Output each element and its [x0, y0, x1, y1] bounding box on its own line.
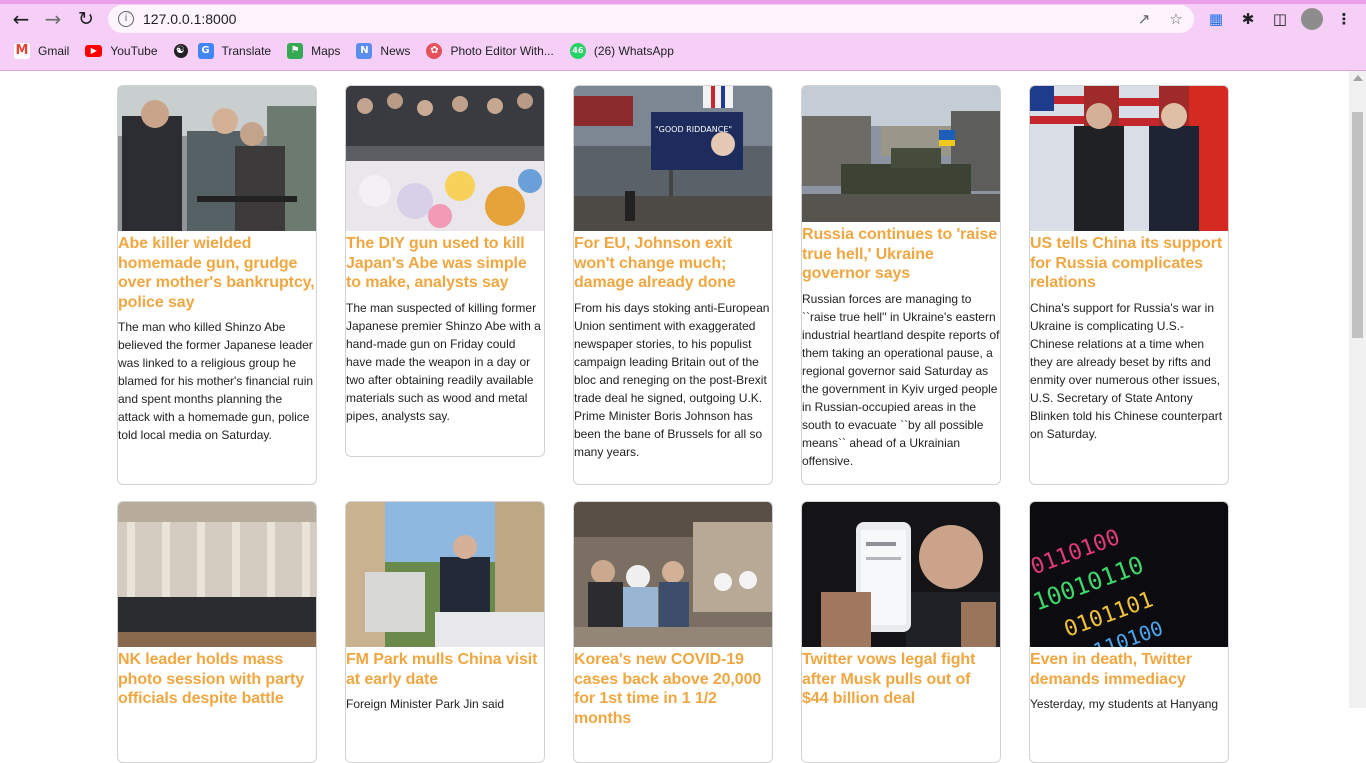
bookmark-globe[interactable]: ☯: [173, 44, 188, 58]
tab-strip-edge: [0, 0, 1366, 4]
article-image[interactable]: "GOOD RIDDANCE": [574, 86, 772, 231]
scrollbar-thumb[interactable]: [1352, 112, 1363, 338]
article-title[interactable]: The DIY gun used to kill Japan's Abe was…: [346, 231, 544, 293]
article-image[interactable]: 0110100 10010110 0101101 110100: [1030, 502, 1228, 647]
bookmark-maps[interactable]: ⚑ Maps: [287, 43, 340, 59]
address-bar[interactable]: i 127.0.0.1:8000 ↗ ☆: [108, 5, 1194, 33]
news-card[interactable]: The DIY gun used to kill Japan's Abe was…: [345, 85, 545, 457]
news-card[interactable]: 0110100 10010110 0101101 110100 Even in …: [1029, 501, 1229, 763]
photo-musk-phone: [802, 502, 1000, 647]
site-info-icon[interactable]: i: [118, 11, 134, 27]
article-summary: From his days stoking anti-European Unio…: [574, 300, 770, 459]
article-image[interactable]: [118, 502, 316, 647]
article-image[interactable]: [346, 86, 544, 231]
profile-avatar[interactable]: [1301, 8, 1323, 30]
article-title[interactable]: Korea's new COVID-19 cases back above 20…: [574, 647, 772, 728]
news-card[interactable]: US tells China its support for Russia co…: [1029, 85, 1229, 485]
news-card[interactable]: Abe killer wielded homemade gun, grudge …: [117, 85, 317, 485]
article-title[interactable]: NK leader holds mass photo session with …: [118, 647, 316, 709]
article-image[interactable]: [802, 86, 1000, 222]
article-title[interactable]: Even in death, Twitter demands immediacy: [1030, 647, 1228, 689]
news-card[interactable]: "GOOD RIDDANCE" For EU, Johnson exit won…: [573, 85, 773, 485]
article-image[interactable]: [346, 502, 544, 647]
photo-police-arrest: [118, 86, 316, 231]
maps-icon: ⚑: [287, 43, 304, 59]
article-title[interactable]: Twitter vows legal fight after Musk pull…: [802, 647, 1000, 709]
photo-mourners-flowers: [346, 86, 544, 231]
share-icon[interactable]: ↗: [1134, 9, 1154, 29]
article-image[interactable]: [1030, 86, 1228, 231]
photo-diplomats-handshake: [1030, 86, 1228, 231]
bookmark-label: Gmail: [38, 44, 70, 58]
bookmark-translate[interactable]: G Translate: [197, 43, 272, 59]
news-icon: N: [356, 43, 373, 59]
bookmark-photo-editor[interactable]: ✿ Photo Editor With...: [426, 43, 554, 59]
bookmark-label: News: [380, 44, 411, 58]
youtube-icon: ▶: [85, 45, 103, 57]
browser-toolbar: ← → ↻ i 127.0.0.1:8000 ↗ ☆ ▦ ✱ ◫ ⋮ M Gma…: [0, 0, 1366, 71]
article-summary: Foreign Minister Park Jin said: [346, 697, 505, 711]
article-summary: The man who killed Shinzo Abe believed t…: [118, 320, 314, 442]
scroll-up-arrow-icon[interactable]: [1353, 75, 1363, 81]
bookmark-star-icon[interactable]: ☆: [1166, 9, 1186, 29]
photo-hall-group: [118, 502, 316, 647]
bookmarks-bar: M Gmail ▶ YouTube ☯ G Translate ⚑ Maps N…: [14, 41, 690, 61]
bookmark-label: YouTube: [110, 44, 158, 58]
article-image[interactable]: [574, 502, 772, 647]
whatsapp-icon: 46: [569, 43, 586, 59]
bookmark-whatsapp[interactable]: 46 (26) WhatsApp: [569, 43, 674, 59]
back-icon[interactable]: ←: [9, 8, 33, 30]
reload-icon[interactable]: ↻: [74, 8, 98, 30]
article-summary: Yesterday, my students at Hanyang: [1030, 697, 1219, 711]
bookmark-gmail[interactable]: M Gmail: [14, 43, 69, 59]
menu-kebab-icon[interactable]: ⋮: [1334, 9, 1354, 29]
article-summary: Russian forces are managing to ``raise t…: [802, 291, 1000, 468]
bookmark-youtube[interactable]: ▶ YouTube: [85, 44, 158, 58]
extensions-puzzle-icon[interactable]: ✱: [1238, 9, 1258, 29]
extension-grid-icon[interactable]: ▦: [1206, 9, 1226, 29]
article-title[interactable]: For EU, Johnson exit won't change much; …: [574, 231, 772, 293]
news-card[interactable]: FM Park mulls China visit at early date …: [345, 501, 545, 763]
photo-editor-icon: ✿: [426, 43, 443, 59]
side-panel-icon[interactable]: ◫: [1270, 9, 1290, 29]
article-image[interactable]: [118, 86, 316, 231]
bookmark-label: Photo Editor With...: [450, 44, 554, 58]
bookmark-label: Translate: [221, 44, 272, 58]
gmail-icon: M: [14, 43, 30, 59]
photo-binary-code: 0110100 10010110 0101101 110100: [1030, 502, 1228, 647]
forward-icon[interactable]: →: [41, 8, 65, 30]
article-summary: The man suspected of killing former Japa…: [346, 300, 541, 423]
article-title[interactable]: Abe killer wielded homemade gun, grudge …: [118, 231, 316, 312]
photo-minister-golfcart: [346, 502, 544, 647]
globe-icon: ☯: [173, 44, 188, 58]
article-title[interactable]: Russia continues to 'raise true hell,' U…: [802, 222, 1000, 284]
news-card[interactable]: Russia continues to 'raise true hell,' U…: [801, 85, 1001, 485]
photo-tank-street: [802, 86, 1000, 222]
bookmark-label: (26) WhatsApp: [593, 44, 674, 58]
translate-icon: G: [197, 43, 214, 59]
news-card[interactable]: Korea's new COVID-19 cases back above 20…: [573, 501, 773, 763]
bookmark-label: Maps: [311, 44, 341, 58]
photo-good-riddance-billboard: "GOOD RIDDANCE": [574, 86, 772, 231]
article-summary: China's support for Russia's war in Ukra…: [1030, 300, 1223, 441]
article-title[interactable]: US tells China its support for Russia co…: [1030, 231, 1228, 293]
url-text[interactable]: 127.0.0.1:8000: [143, 11, 236, 27]
news-card[interactable]: Twitter vows legal fight after Musk pull…: [801, 501, 1001, 763]
news-card[interactable]: NK leader holds mass photo session with …: [117, 501, 317, 763]
bookmark-news[interactable]: N News: [356, 43, 410, 59]
photo-testing-queue: [574, 502, 772, 647]
article-title[interactable]: FM Park mulls China visit at early date: [346, 647, 544, 689]
article-image[interactable]: [802, 502, 1000, 647]
